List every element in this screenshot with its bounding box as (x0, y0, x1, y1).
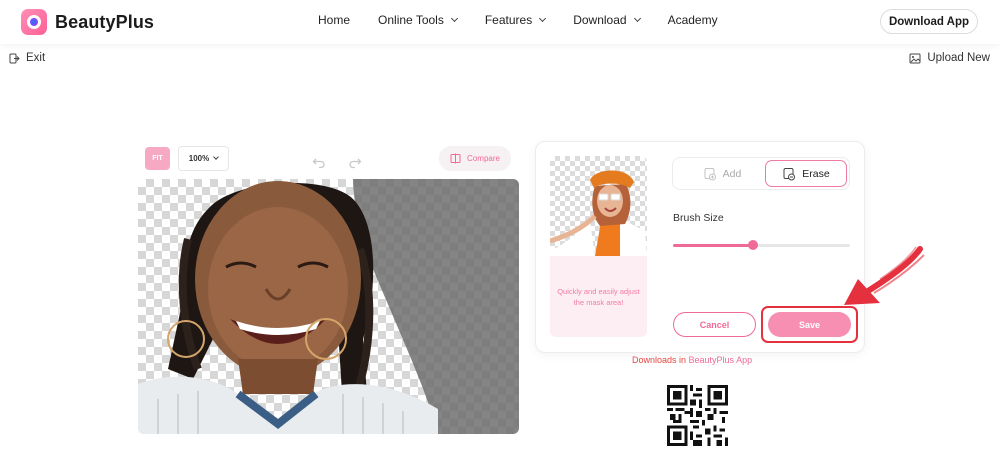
exit-button[interactable]: Exit (9, 52, 45, 64)
editor-canvas[interactable] (138, 179, 519, 434)
top-navbar: BeautyPlus Home Online Tools Features Do… (0, 0, 1000, 44)
brand-name: BeautyPlus (55, 11, 155, 32)
upload-new-button[interactable]: Upload New (909, 52, 990, 64)
chevron-down-icon (633, 14, 641, 23)
tutorial-preview: Quickly and easily adjust the mask area! (550, 156, 647, 337)
compare-button[interactable]: Compare (439, 146, 511, 171)
chevron-down-icon (450, 14, 458, 23)
nav-download-label: Download (573, 13, 627, 27)
redo-icon[interactable] (348, 155, 362, 169)
chevron-down-icon (539, 14, 547, 23)
nav-online-tools[interactable]: Online Tools (378, 13, 458, 27)
zoom-select[interactable]: 100% (178, 146, 229, 171)
compare-label: Compare (467, 154, 500, 163)
downloads-prefix: Downloads in (632, 355, 689, 365)
camera-logo-icon (21, 9, 47, 35)
add-mode-button[interactable]: Add (686, 164, 758, 184)
upload-image-icon (909, 53, 921, 63)
zoom-value: 100% (188, 154, 210, 163)
nav-home-label: Home (318, 13, 351, 27)
chevron-down-icon (213, 154, 220, 160)
add-brush-icon (704, 168, 716, 181)
nav-links: Home Online Tools Features Download Acad… (318, 13, 746, 27)
portrait-image (138, 179, 519, 434)
brush-size-fill (673, 244, 753, 247)
nav-online-tools-label: Online Tools (378, 13, 444, 27)
tutorial-image (550, 156, 647, 256)
downloads-app-name[interactable]: BeautyPlus App (689, 355, 753, 365)
exit-label: Exit (26, 52, 46, 64)
nav-features[interactable]: Features (484, 13, 547, 27)
annotation-arrow-icon (844, 246, 925, 305)
undo-icon[interactable] (312, 155, 326, 169)
save-button[interactable]: Save (768, 312, 851, 337)
brush-size-slider[interactable] (673, 240, 850, 250)
exit-icon (9, 53, 20, 63)
nav-features-label: Features (484, 13, 533, 27)
eraser-icon (783, 167, 796, 180)
nav-academy[interactable]: Academy (668, 13, 718, 27)
fit-button[interactable]: FIT (145, 147, 170, 170)
brush-size-label: Brush Size (673, 212, 724, 224)
upload-new-label: Upload New (927, 52, 990, 64)
cancel-button[interactable]: Cancel (673, 312, 756, 337)
brush-size-thumb[interactable] (747, 240, 758, 250)
nav-home[interactable]: Home (318, 13, 350, 27)
add-mode-label: Add (722, 168, 742, 180)
downloads-line: Downloads in BeautyPlus App (632, 355, 752, 365)
nav-academy-label: Academy (667, 13, 718, 27)
download-app-button[interactable]: Download App (880, 9, 978, 34)
brand[interactable]: BeautyPlus (21, 9, 154, 35)
qr-code-icon (667, 385, 728, 446)
compare-icon (450, 153, 461, 164)
tutorial-caption: Quickly and easily adjust the mask area! (557, 287, 640, 307)
erase-mode-label: Erase (802, 167, 830, 180)
erase-mode-button[interactable]: Erase (765, 160, 847, 187)
nav-download[interactable]: Download (573, 13, 641, 27)
